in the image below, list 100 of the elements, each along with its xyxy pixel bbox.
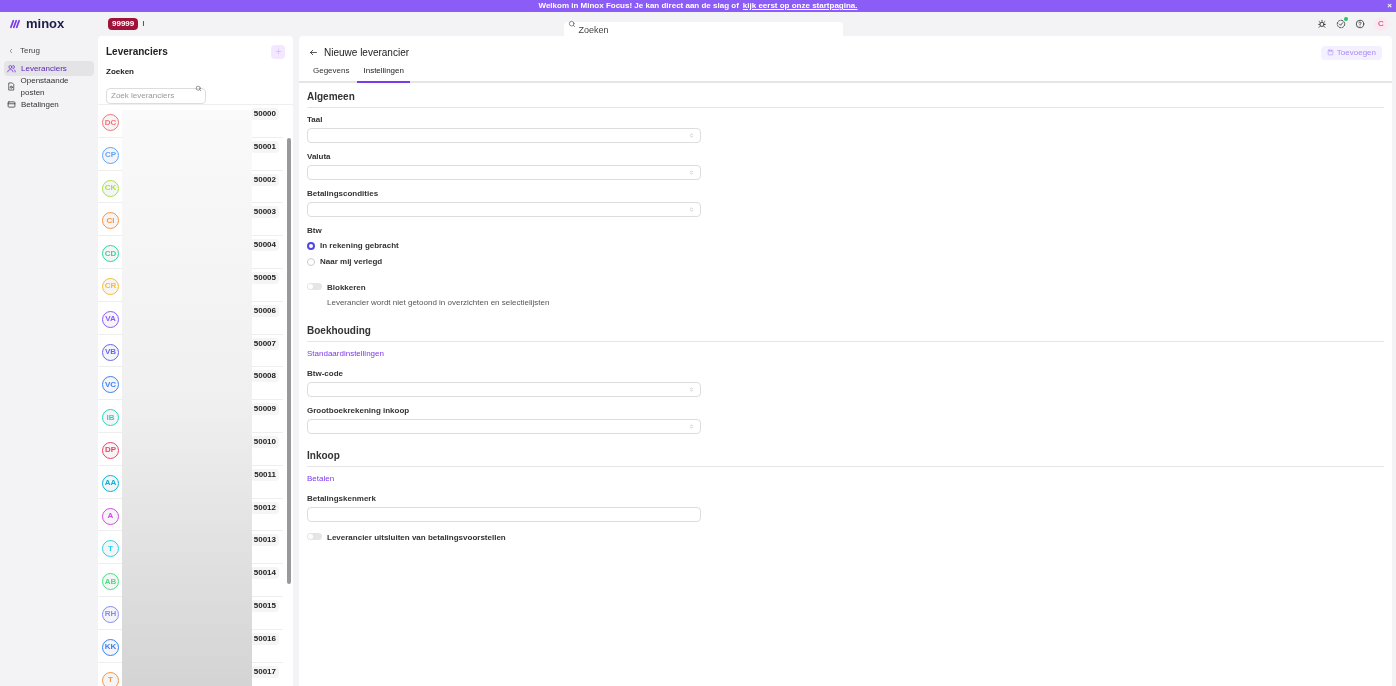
supplier-code: 50004 (250, 239, 279, 252)
supplier-avatar: T (102, 671, 119, 686)
supplier-code: 50010 (250, 435, 279, 448)
field-label: Betalingskenmerk (307, 493, 377, 505)
field-label: Taal (307, 114, 324, 126)
supplier-code: 50014 (250, 567, 279, 580)
supplier-code: 50015 (250, 599, 279, 612)
supplier-avatar: CR (102, 278, 119, 295)
search-field[interactable]: Zoeken (564, 22, 844, 38)
hint-text: Leverancier wordt niet getoond in overzichten en selectielijsten (327, 297, 550, 309)
search-icon (195, 85, 202, 92)
toggle-label: Leverancier uitsluiten van betalingsvoorstellen (327, 532, 506, 544)
supplier-avatar: A (102, 507, 119, 525)
supplier-avatar: DC (102, 114, 119, 131)
task-check-icon (1336, 19, 1346, 29)
supplier-code: 50006 (250, 304, 279, 317)
arrow-left-icon (309, 48, 318, 57)
supplier-avatar: CK (102, 179, 119, 197)
field-label: Btw-code (307, 368, 344, 380)
select-field[interactable] (307, 128, 701, 143)
select-field[interactable] (307, 382, 701, 397)
page-title: Nieuwe leverancier (324, 46, 410, 60)
radio-label: Naar mij verlegd (320, 256, 383, 268)
bug-icon (1317, 19, 1327, 29)
select-field[interactable] (307, 419, 701, 434)
supplier-avatar: RH (102, 605, 119, 623)
panel-title: Leveranciers (106, 45, 168, 59)
company-badge: 99999 (108, 18, 139, 30)
logo-icon (8, 19, 22, 29)
supplier-avatar: VA (102, 310, 119, 328)
supplier-avatar: AB (102, 573, 119, 591)
supplier-avatar: CI (102, 212, 119, 230)
subsection-title: Betalen (307, 473, 336, 485)
field-label: Btw (307, 225, 323, 237)
scrollbar-thumb[interactable] (287, 138, 291, 584)
supplier-code: 50003 (250, 206, 279, 219)
users-icon (7, 64, 16, 73)
supplier-code: 50002 (250, 173, 279, 186)
toggle-switch[interactable] (307, 533, 322, 540)
sort-arrows-icon (689, 387, 694, 392)
banner-text: Welkom in Minox Focus! Je kan direct aan de slag of (538, 0, 739, 12)
close-button[interactable]: × (1387, 0, 1392, 11)
back-button[interactable]: Terug (4, 44, 94, 58)
section-title: Boekhouding (307, 317, 1384, 342)
supplier-avatar: T (102, 540, 119, 558)
tab[interactable]: Gegevens (307, 65, 356, 83)
startpage-link[interactable]: kijk eerst op onze startpagina. (742, 0, 858, 12)
supplier-avatar: CP (102, 146, 119, 164)
document-icon (7, 82, 16, 91)
field-label: Betalingscondities (307, 188, 380, 200)
supplier-avatar: CD (102, 245, 119, 263)
field-label: Grootboekrekening inkoop (307, 405, 411, 417)
subsection-title: Standaardinstellingen (307, 348, 385, 360)
sidebar-item[interactable]: Leveranciers (4, 61, 94, 76)
supplier-avatar: DP (102, 441, 119, 459)
radio-button[interactable] (307, 242, 315, 250)
section-title: Inkoop (307, 442, 1384, 467)
card-icon (7, 100, 16, 109)
field-label: Valuta (307, 151, 332, 163)
supplier-code: 50012 (250, 501, 279, 514)
add-button[interactable] (271, 44, 285, 59)
sort-arrows-icon (689, 424, 694, 429)
sort-arrows-icon (689, 170, 694, 175)
toggle-switch[interactable] (307, 283, 322, 290)
supplier-avatar: AA (102, 474, 119, 492)
section-title: Algemeen (307, 83, 1384, 108)
supplier-code: 50011 (251, 468, 279, 481)
tab[interactable]: Instellingen (357, 65, 410, 83)
user-avatar[interactable]: C (1374, 17, 1388, 31)
company-name: I (142, 18, 145, 30)
supplier-avatar: VC (102, 376, 119, 394)
supplier-avatar: KK (102, 638, 119, 656)
save-icon (1326, 49, 1334, 56)
supplier-code: 50009 (250, 403, 279, 416)
search-field[interactable]: Zoek leveranciers (106, 87, 206, 104)
supplier-code: 50005 (250, 272, 279, 284)
supplier-code: 50016 (250, 632, 279, 645)
search-icon (568, 20, 577, 28)
supplier-code: 50008 (250, 370, 279, 383)
supplier-code: 50001 (250, 140, 279, 153)
supplier-code: 50013 (250, 534, 279, 547)
toggle-label: Blokkeren (327, 282, 367, 294)
supplier-code: 50017 (250, 665, 279, 678)
select-field[interactable] (307, 165, 701, 180)
select-field[interactable] (307, 202, 701, 217)
back-button[interactable] (309, 48, 318, 57)
plus-icon (274, 48, 282, 55)
supplier-code: 50007 (250, 337, 279, 350)
field-label: Zoeken (105, 66, 135, 78)
help-icon (1355, 19, 1365, 29)
logo-text: minox (26, 15, 65, 34)
sort-arrows-icon (689, 133, 694, 138)
supplier-avatar: VB (102, 343, 119, 361)
supplier-avatar: IB (102, 409, 119, 427)
input-field[interactable] (307, 507, 701, 522)
supplier-code: 50000 (250, 108, 279, 120)
sidebar-item[interactable]: Betalingen (4, 97, 94, 112)
radio-label: In rekening gebracht (320, 240, 399, 252)
chevron-left-icon (8, 48, 14, 54)
sort-arrows-icon (689, 207, 694, 212)
